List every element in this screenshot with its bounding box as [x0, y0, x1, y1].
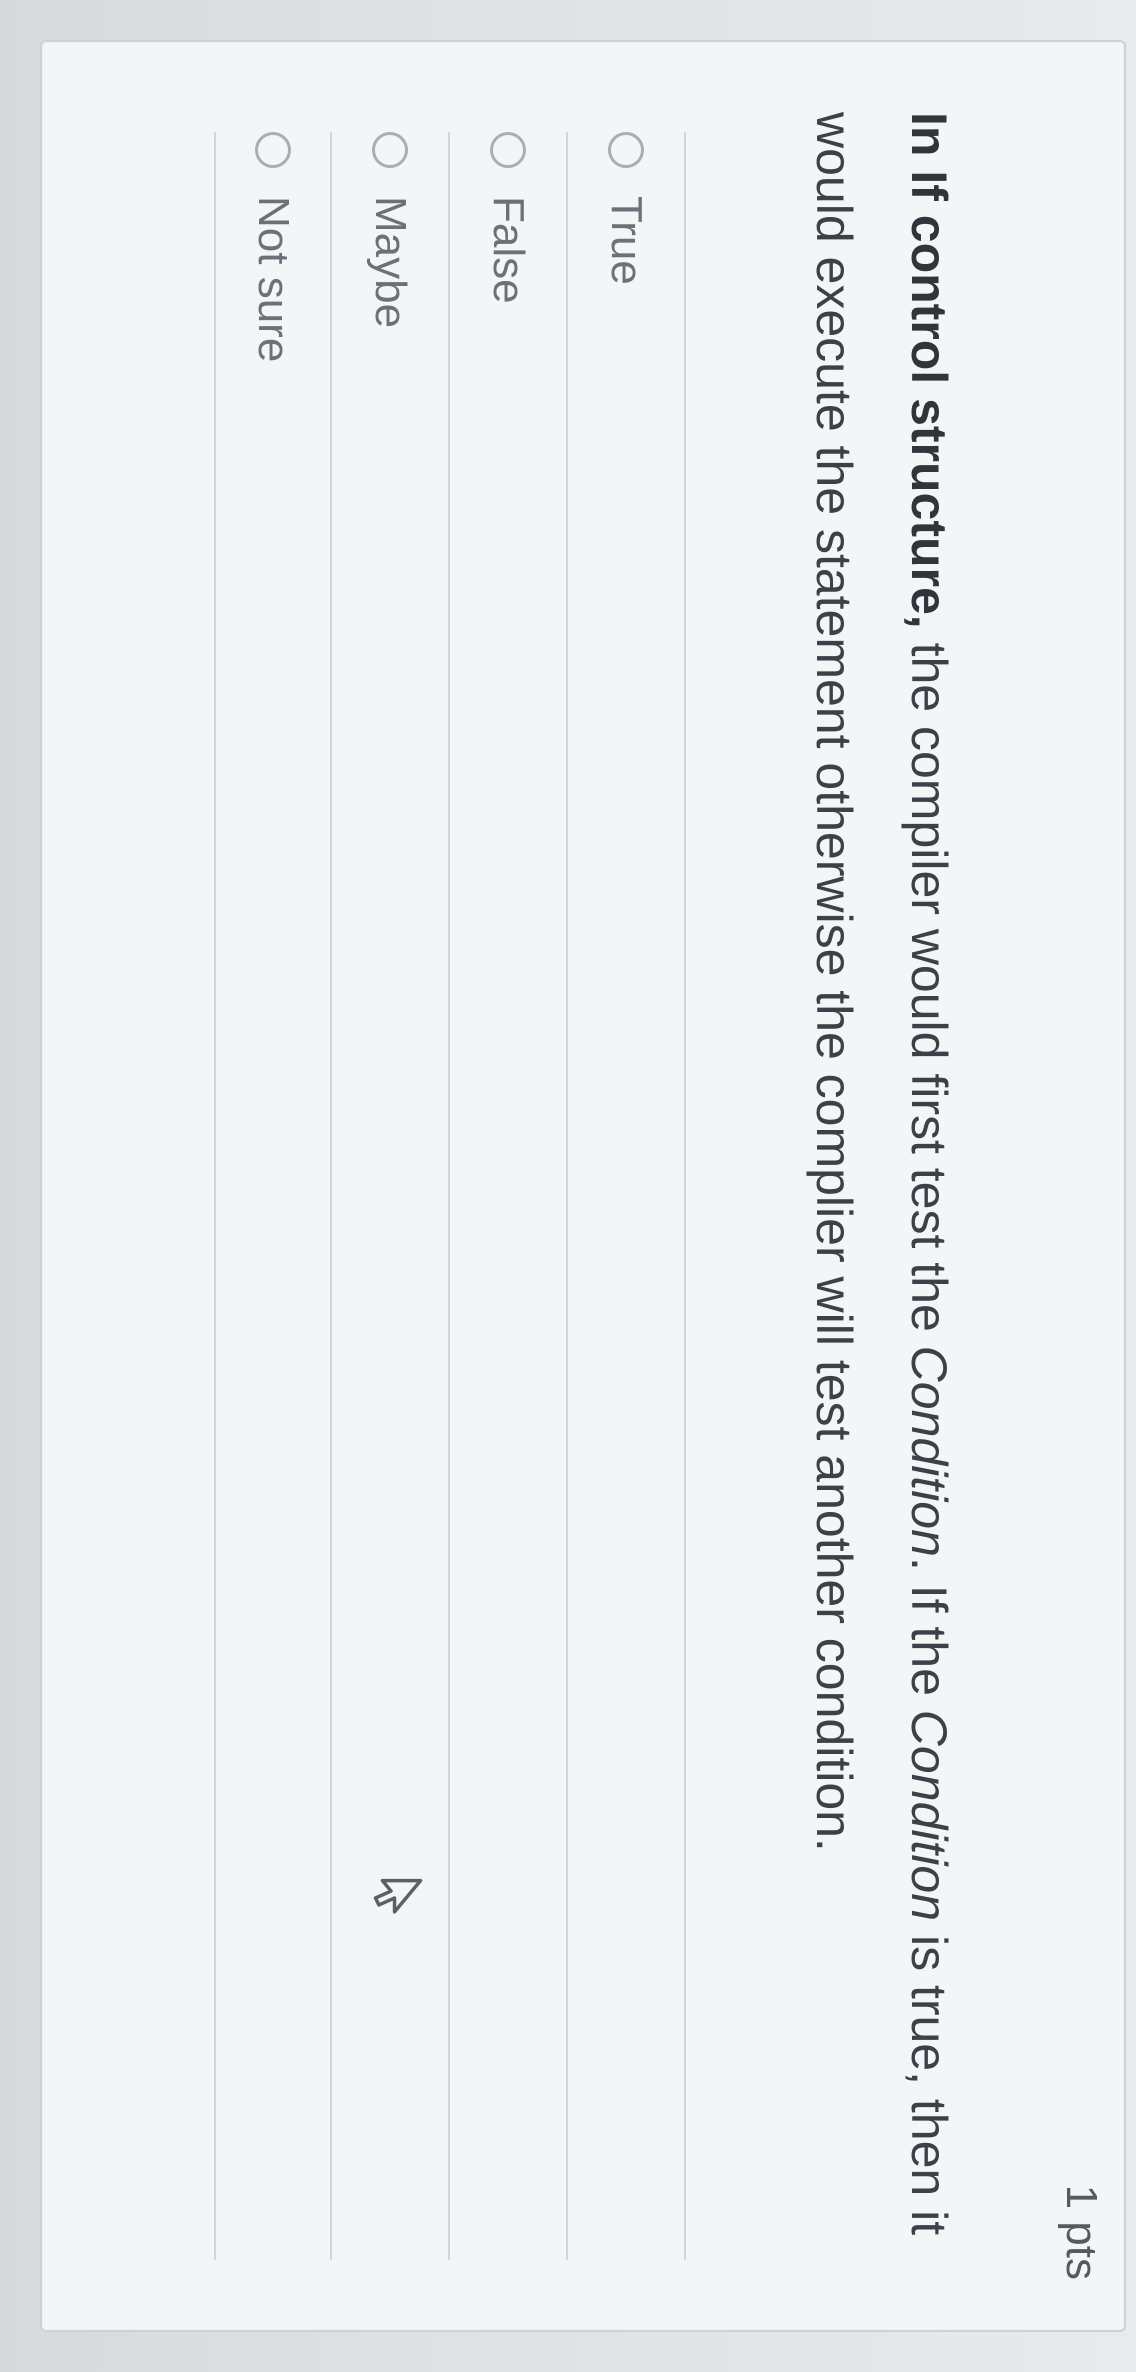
question-text: In If control structure, the compiler wo… [746, 42, 1056, 2330]
points-label: 1 pts [1056, 2185, 1106, 2280]
option-false[interactable]: False [450, 132, 568, 2260]
question-part1: the compiler would first test the [901, 629, 957, 1346]
option-not-sure[interactable]: Not sure [214, 132, 332, 2260]
option-label: Maybe [365, 196, 415, 328]
options-list: True False Maybe Not sure [214, 42, 746, 2330]
option-label: False [483, 196, 533, 304]
question-card: 1 pts In If control structure, the compi… [40, 40, 1126, 2332]
question-em2: Condition [901, 1710, 957, 1921]
question-bold-lead: In If control structure, [901, 112, 957, 629]
option-label: Not sure [248, 196, 298, 362]
option-maybe[interactable]: Maybe [332, 132, 450, 2260]
question-header: 1 pts [1056, 42, 1124, 2330]
option-label: True [601, 196, 651, 285]
radio-icon[interactable] [372, 132, 408, 168]
radio-icon[interactable] [490, 132, 526, 168]
question-em1: Condition [901, 1346, 957, 1557]
rotated-page: 1 pts In If control structure, the compi… [0, 0, 1136, 2372]
radio-icon[interactable] [255, 132, 291, 168]
question-part2: . If the [901, 1557, 957, 1710]
radio-icon[interactable] [608, 132, 644, 168]
option-true[interactable]: True [568, 132, 686, 2260]
